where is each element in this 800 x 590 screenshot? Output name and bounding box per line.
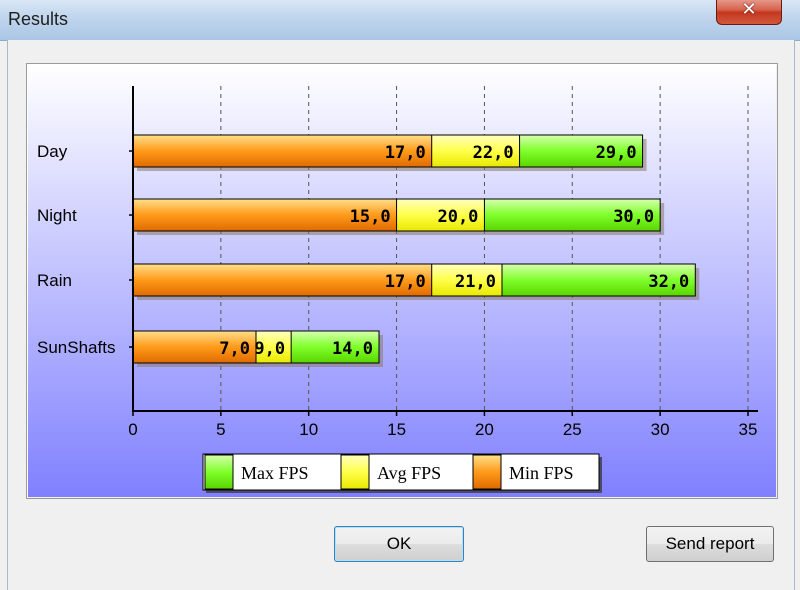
title-bar: Results ✕ bbox=[0, 0, 800, 41]
data-label: 17,0 bbox=[385, 143, 426, 163]
x-tick-label: 35 bbox=[739, 420, 758, 439]
x-tick-label: 15 bbox=[387, 420, 406, 439]
chart-svg: 17,0 22,0 29,0 15,0 20,0 30,0 17,0 21,0 32,0 7,0 9… bbox=[28, 65, 776, 497]
x-tick-label: 0 bbox=[128, 420, 137, 439]
category-label: SunShafts bbox=[37, 338, 115, 357]
legend-label: Min FPS bbox=[509, 463, 574, 483]
data-label: 30,0 bbox=[613, 207, 654, 227]
data-label: 21,0 bbox=[455, 272, 496, 292]
category-label: Night bbox=[37, 206, 77, 225]
legend-swatch bbox=[204, 454, 234, 490]
results-chart: 17,0 22,0 29,0 15,0 20,0 30,0 17,0 21,0 32,0 7,0 9… bbox=[26, 63, 778, 499]
legend-swatch bbox=[472, 454, 502, 490]
x-tick-label: 20 bbox=[475, 420, 494, 439]
category-label: Rain bbox=[37, 271, 72, 290]
data-label: 29,0 bbox=[596, 143, 637, 163]
x-tick-label: 25 bbox=[563, 420, 582, 439]
category-label: Day bbox=[37, 142, 68, 161]
ok-button[interactable]: OK bbox=[334, 526, 464, 562]
legend-label: Avg FPS bbox=[377, 463, 441, 483]
data-label: 17,0 bbox=[385, 272, 426, 292]
close-icon: ✕ bbox=[741, 0, 757, 19]
x-tick-label: 5 bbox=[216, 420, 225, 439]
legend-label: Max FPS bbox=[241, 463, 309, 483]
data-label: 14,0 bbox=[332, 339, 373, 359]
data-label: 7,0 bbox=[219, 339, 250, 359]
data-label: 32,0 bbox=[648, 272, 689, 292]
x-tick-label: 30 bbox=[651, 420, 670, 439]
data-label: 20,0 bbox=[437, 207, 478, 227]
data-label: 9,0 bbox=[254, 339, 285, 359]
window-title: Results bbox=[8, 9, 69, 29]
legend-swatch bbox=[340, 454, 370, 490]
close-button[interactable]: ✕ bbox=[716, 0, 782, 25]
x-tick-label: 10 bbox=[299, 420, 318, 439]
legend: Max FPS Avg FPS Min FPS bbox=[202, 453, 602, 493]
data-label: 22,0 bbox=[473, 143, 514, 163]
data-label: 15,0 bbox=[350, 207, 391, 227]
send-report-button[interactable]: Send report bbox=[646, 526, 774, 562]
